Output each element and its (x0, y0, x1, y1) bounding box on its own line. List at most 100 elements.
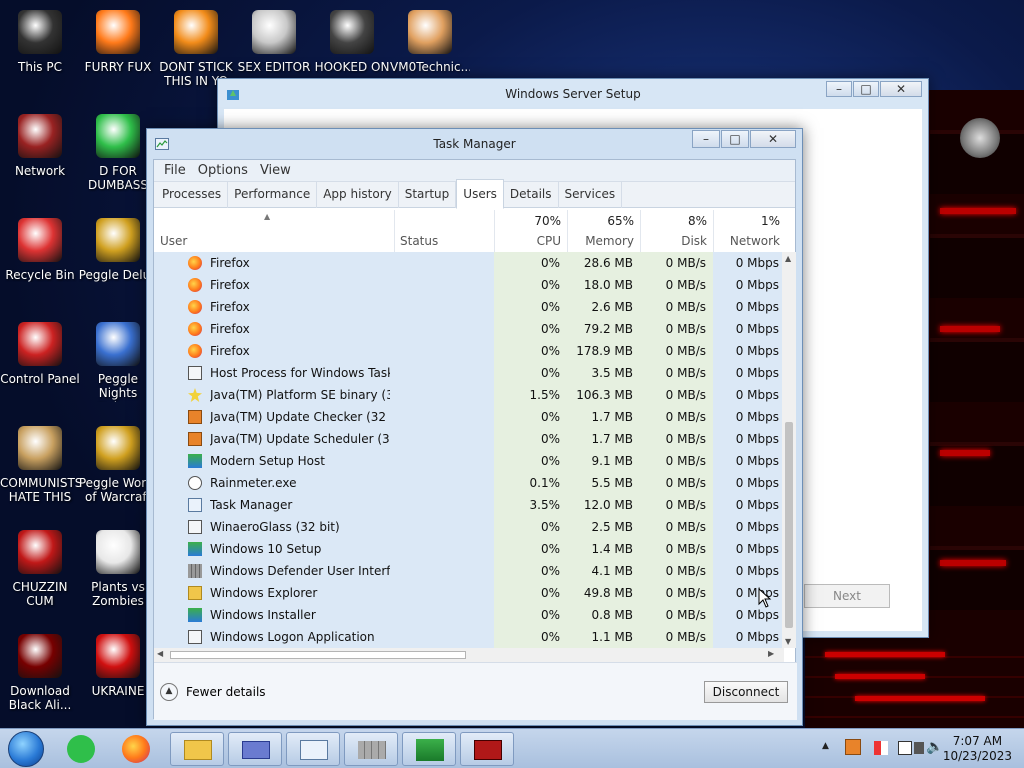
scroll-up-icon[interactable]: ▲ (785, 254, 791, 263)
column-network[interactable]: 1% Network (713, 210, 786, 252)
taskbar-firefox[interactable] (112, 732, 166, 766)
setup-icon (188, 454, 202, 468)
start-button[interactable] (8, 731, 44, 767)
tab-details[interactable]: Details (504, 182, 559, 208)
desktop-icon[interactable]: COMMUNISTS HATE THIS G... (0, 426, 80, 506)
vertical-scrollbar[interactable]: ▲ ▼ (782, 252, 796, 648)
desktop-icon[interactable]: Network (0, 114, 80, 178)
taskbar-notes-app[interactable] (58, 732, 112, 766)
java-update-icon (188, 410, 202, 424)
taskbar-task-manager[interactable] (286, 732, 340, 766)
disk-total: 8% (687, 214, 707, 228)
table-row[interactable]: Windows 10 Setup 0% 1.4 MB 0 MB/s 0 Mbps (154, 538, 784, 560)
table-row[interactable]: Windows Defender User Interface 0% 4.1 MB 0… (154, 560, 784, 582)
table-row[interactable]: Java(TM) Update Scheduler (32 ... 0% 1.7 M… (154, 428, 784, 450)
horizontal-scroll-thumb[interactable] (170, 651, 466, 659)
setup-minimize-button[interactable]: – (826, 81, 852, 97)
disk-value: 0 MB/s (665, 542, 706, 556)
table-row[interactable]: Firefox 0% 2.6 MB 0 MB/s 0 Mbps (154, 296, 784, 318)
window-icon (188, 366, 202, 380)
taskbar-app-7[interactable] (460, 732, 514, 766)
taskbar-file-explorer[interactable] (170, 732, 224, 766)
desktop-icon[interactable]: This PC (0, 10, 80, 74)
desktop-icon-image (252, 10, 296, 54)
task-manager-body: File Options View Processes Performance … (153, 159, 797, 720)
volume-icon[interactable]: 🔈 (926, 739, 943, 755)
column-user[interactable]: User (154, 210, 394, 252)
column-disk[interactable]: 8% Disk (640, 210, 713, 252)
desktop-icon[interactable]: VM0Technic... (390, 10, 470, 74)
menu-options[interactable]: Options (192, 160, 254, 181)
scroll-right-icon[interactable]: ▶ (768, 649, 774, 658)
table-row[interactable]: Host Process for Windows Tasks 0% 3.5 MB 0 … (154, 362, 784, 384)
table-row[interactable]: Modern Setup Host 0% 9.1 MB 0 MB/s 0 Mbps (154, 450, 784, 472)
task-manager-titlebar[interactable]: Task Manager – □ ✕ (147, 129, 802, 159)
network-value: 0 Mbps (735, 410, 779, 424)
tab-processes[interactable]: Processes (156, 182, 229, 208)
desktop-icon[interactable]: Download Black Ali... (0, 634, 80, 712)
vertical-scroll-thumb[interactable] (785, 422, 793, 628)
setup-next-button[interactable]: Next (804, 584, 890, 608)
tab-startup[interactable]: Startup (399, 182, 457, 208)
maximize-button[interactable]: □ (721, 130, 749, 148)
desktop-icon[interactable]: CHUZZIN CUM (0, 530, 80, 608)
scroll-left-icon[interactable]: ◀ (157, 649, 163, 658)
tab-services[interactable]: Services (559, 182, 623, 208)
table-row[interactable]: Firefox 0% 178.9 MB 0 MB/s 0 Mbps (154, 340, 784, 362)
table-row[interactable]: Windows Logon Application 0% 1.1 MB 0 MB/s 0… (154, 626, 784, 648)
flag-icon[interactable] (874, 741, 888, 755)
tab-users[interactable]: Users (456, 179, 504, 209)
process-name: Host Process for Windows Tasks (210, 366, 390, 380)
table-row[interactable]: Task Manager 3.5% 12.0 MB 0 MB/s 0 Mbps (154, 494, 784, 516)
device-icon[interactable] (914, 742, 924, 754)
clock[interactable]: 7:07 AM 10/23/2023 (943, 734, 1012, 764)
table-row[interactable]: Java(TM) Platform SE binary (32... 1.5% 10… (154, 384, 784, 406)
table-row[interactable]: Rainmeter.exe 0.1% 5.5 MB 0 MB/s 0 Mbps (154, 472, 784, 494)
table-row[interactable]: Windows Explorer 0% 49.8 MB 0 MB/s 0 Mbps (154, 582, 784, 604)
network-icon[interactable] (898, 741, 912, 755)
column-memory[interactable]: 65% Memory (567, 210, 640, 252)
disconnect-button[interactable]: Disconnect (704, 681, 788, 703)
desktop-icon[interactable]: Recycle Bin (0, 218, 80, 282)
horizontal-scrollbar[interactable]: ◀ ▶ (154, 648, 784, 662)
desktop-icon[interactable]: FURRY FUX (78, 10, 158, 74)
table-row[interactable]: WinaeroGlass (32 bit) 0% 2.5 MB 0 MB/s 0 Mbp… (154, 516, 784, 538)
defender-icon (188, 564, 202, 578)
column-status[interactable]: Status (394, 210, 494, 252)
taskbar-control-panel[interactable] (228, 732, 282, 766)
desktop-icon[interactable]: HOOKED ON (312, 10, 392, 74)
minimize-button[interactable]: – (692, 130, 720, 148)
desktop-icon-image (18, 634, 62, 678)
taskbar-setup[interactable] (402, 732, 456, 766)
column-cpu[interactable]: 70% CPU (494, 210, 567, 252)
task-manager-window[interactable]: Task Manager – □ ✕ File Options View Pro… (146, 128, 803, 726)
table-row[interactable]: Firefox 0% 79.2 MB 0 MB/s 0 Mbps (154, 318, 784, 340)
firefox-icon (188, 278, 202, 292)
setup-icon (188, 608, 202, 622)
java-tray-icon[interactable] (845, 739, 861, 755)
menu-file[interactable]: File (158, 160, 192, 181)
setup-titlebar[interactable]: Windows Server Setup – □ ✕ (218, 79, 928, 109)
scroll-down-icon[interactable]: ▼ (785, 637, 791, 646)
cpu-value: 0% (540, 322, 560, 336)
close-button[interactable]: ✕ (750, 130, 796, 148)
network-value: 0 Mbps (735, 476, 779, 490)
table-row[interactable]: Windows Installer 0% 0.8 MB 0 MB/s 0 Mbps (154, 604, 784, 626)
table-row[interactable]: Firefox 0% 28.6 MB 0 MB/s 0 Mbps (154, 252, 784, 274)
table-row[interactable]: Java(TM) Update Checker (32 bit) 0% 1.7 MB… (154, 406, 784, 428)
desktop-icon[interactable]: DONT STICK THIS IN YO (156, 10, 236, 88)
setup-close-button[interactable]: ✕ (880, 81, 922, 97)
setup-maximize-button[interactable]: □ (853, 81, 879, 97)
taskbar-app-5[interactable] (344, 732, 398, 766)
fewer-details-button[interactable]: ▲ Fewer details (160, 681, 266, 703)
card-icon (242, 741, 270, 759)
disk-value: 0 MB/s (665, 498, 706, 512)
menu-view[interactable]: View (254, 160, 297, 181)
tab-performance[interactable]: Performance (228, 182, 318, 208)
desktop-icon[interactable]: SEX EDITOR (234, 10, 314, 74)
tray-overflow-icon[interactable]: ▲ (822, 741, 829, 751)
desktop-icon[interactable]: Control Panel (0, 322, 80, 386)
process-name: Java(TM) Platform SE binary (32... (210, 388, 390, 402)
table-row[interactable]: Firefox 0% 18.0 MB 0 MB/s 0 Mbps (154, 274, 784, 296)
tab-app-history[interactable]: App history (317, 182, 399, 208)
